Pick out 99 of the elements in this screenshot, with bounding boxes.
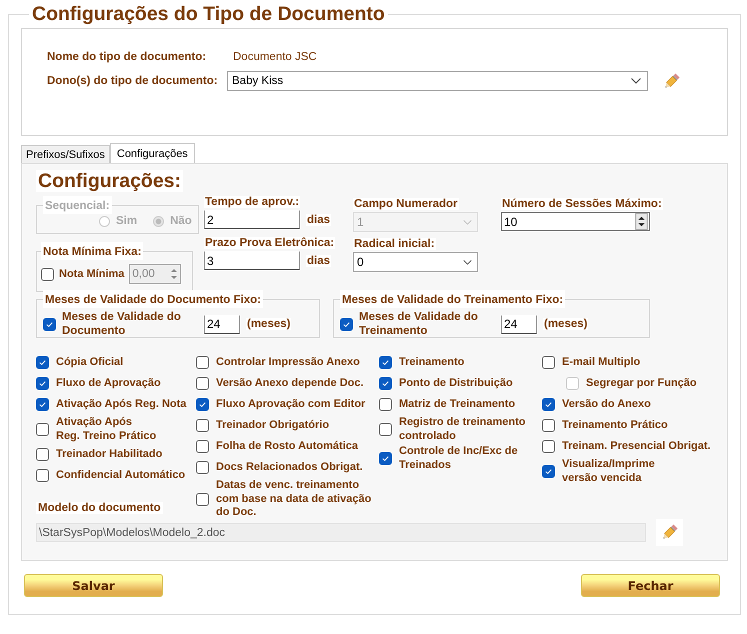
checkbox-label: Controle de Inc/Exc de Treinados xyxy=(399,445,518,472)
checkbox[interactable] xyxy=(41,268,54,280)
check-icon xyxy=(45,320,54,328)
check-icon xyxy=(544,400,553,409)
checkbox-label: Treinador Habilitado xyxy=(56,448,162,462)
checkbox[interactable] xyxy=(542,419,555,432)
checkbox-label: Ativação Após Reg. Nota xyxy=(56,398,186,412)
checkbox[interactable] xyxy=(542,356,555,369)
group-legend: Nota Mínima Fixa: xyxy=(43,246,142,258)
checkbox-label: Controlar Impressão Anexo xyxy=(216,356,360,370)
checkbox[interactable] xyxy=(196,398,209,411)
checkbox-label: Registro de treinamento controlado xyxy=(399,416,526,443)
checkbox-label: Meses de Validade do Treinamento xyxy=(359,310,479,338)
checkbox[interactable] xyxy=(36,377,49,390)
field-label: Prazo Prova Eletrônica: xyxy=(204,237,336,249)
action-button[interactable]: Fechar xyxy=(581,574,720,597)
check-icon xyxy=(198,400,207,409)
checkbox[interactable] xyxy=(196,419,209,432)
checkbox-label: Versão do Anexo xyxy=(562,398,651,412)
check-icon xyxy=(342,320,351,328)
tab[interactable]: Configurações xyxy=(110,143,195,163)
checkbox-label: Matriz de Treinamento xyxy=(399,398,516,412)
checkbox-label: Meses de Validade do Documento xyxy=(62,310,182,338)
checkbox[interactable] xyxy=(36,469,49,482)
checkbox[interactable] xyxy=(43,318,56,330)
field-label: Número de Sessões Máximo: xyxy=(501,198,663,210)
field-label: Radical inicial: xyxy=(353,238,436,250)
checkbox[interactable] xyxy=(196,440,209,453)
checkbox-label: Treinam. Presencial Obrigat. xyxy=(562,440,711,454)
spinner-arrows-icon xyxy=(635,213,648,230)
checkbox[interactable] xyxy=(36,356,49,369)
checkbox-label: Versão Anexo depende Doc. xyxy=(216,376,364,390)
checkbox[interactable] xyxy=(196,356,209,369)
field-label: Campo Numerador xyxy=(353,198,459,210)
checkbox-label: Cópia Oficial xyxy=(56,356,124,370)
checkbox[interactable] xyxy=(340,318,353,330)
number-spinner[interactable]: 10 xyxy=(501,212,650,231)
check-icon xyxy=(38,379,47,388)
checkbox[interactable] xyxy=(36,448,49,461)
checkbox-label: Treinador Obrigatório xyxy=(216,418,330,432)
chevron-down-icon xyxy=(463,260,472,264)
unit-label: dias xyxy=(306,254,332,266)
checkbox-label: Folha de Rosto Automática xyxy=(216,440,358,454)
group-legend: Meses de Validade do Documento Fixo: xyxy=(45,294,261,306)
checkbox-label: Ponto de Distribuição xyxy=(399,376,513,390)
checkbox[interactable] xyxy=(196,461,209,474)
unit-label: dias xyxy=(306,214,332,226)
field-value: Documento JSC xyxy=(233,51,317,63)
checkbox-label: Segregar por Função xyxy=(586,376,697,390)
checkbox-label: Confidencial Automático xyxy=(56,468,186,482)
input-field[interactable]: 24 xyxy=(204,314,240,334)
checkbox[interactable] xyxy=(379,452,392,465)
page-title: Configurações do Tipo de Documento xyxy=(32,3,385,25)
checkbox[interactable] xyxy=(379,377,392,390)
check-icon xyxy=(381,454,390,463)
checkbox[interactable] xyxy=(379,356,392,369)
unit-label: (meses) xyxy=(246,318,292,330)
action-button[interactable]: Salvar xyxy=(24,574,163,597)
checkbox-label: Fluxo Aprovação com Editor xyxy=(216,398,366,412)
check-icon xyxy=(38,400,47,409)
checkbox[interactable] xyxy=(542,440,555,453)
input-field[interactable]: 24 xyxy=(501,314,537,334)
unit-label: (meses) xyxy=(543,318,588,330)
field-label: Tempo de aprov.: xyxy=(204,196,300,208)
check-icon xyxy=(38,358,47,367)
checkbox[interactable] xyxy=(542,465,555,478)
input-field[interactable]: \StarSysPop\Modelos\Modelo_2.doc xyxy=(36,523,646,542)
field-label: Dono(s) do tipo de documento: xyxy=(47,75,219,87)
checkbox[interactable] xyxy=(542,398,555,411)
input-field[interactable]: 2 xyxy=(204,210,300,229)
checkbox-label: Visualiza/Imprime versão vencida xyxy=(562,458,655,485)
group-legend: Sequencial: xyxy=(45,200,110,212)
check-icon xyxy=(544,467,553,476)
checkbox[interactable] xyxy=(379,423,392,436)
checkbox-label: Datas de venc. treinamento com base na data de ativação do Doc. xyxy=(216,479,372,520)
checkbox-label: Fluxo de Aprovação xyxy=(56,376,161,390)
dropdown[interactable]: 0 xyxy=(353,252,478,272)
checkbox-label: E-mail Multiplo xyxy=(562,356,640,370)
field-label: Nome do tipo de documento: xyxy=(47,51,208,63)
checkbox[interactable] xyxy=(379,398,392,411)
check-icon xyxy=(381,358,390,367)
checkbox[interactable] xyxy=(196,377,209,390)
chevron-down-icon xyxy=(631,78,641,84)
section-title: Configurações: xyxy=(36,170,184,192)
checkbox[interactable] xyxy=(36,423,49,436)
checkbox-label: Ativação Após Reg. Treino Prático xyxy=(56,416,156,443)
chevron-down-icon xyxy=(463,220,472,224)
checkbox-label: Docs Relacionados Obrigat. xyxy=(216,460,363,474)
tab[interactable]: Prefixos/Sufixos xyxy=(21,145,110,163)
checkbox[interactable] xyxy=(36,398,49,411)
checkbox[interactable] xyxy=(196,492,209,506)
field-label: Modelo do documento xyxy=(36,502,163,514)
checkbox-label: Treinamento xyxy=(399,356,464,370)
check-icon xyxy=(381,379,390,388)
checkbox-label: Nota Mínima xyxy=(59,268,124,280)
checkbox-label: Treinamento Prático xyxy=(562,418,668,432)
group-legend: Meses de Validade do Treinamento Fixo: xyxy=(342,294,564,306)
input-field[interactable]: 3 xyxy=(204,251,300,270)
owner-dropdown[interactable]: Baby Kiss xyxy=(227,71,648,91)
